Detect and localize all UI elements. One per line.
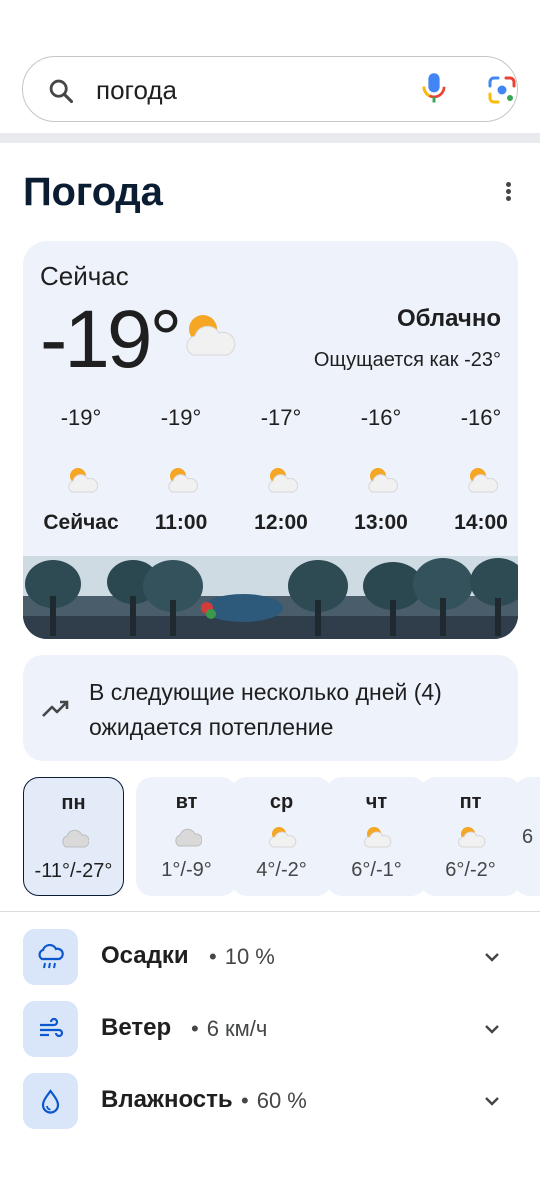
- search-bar[interactable]: погода: [22, 56, 518, 122]
- day-chip-partial[interactable]: 6: [514, 777, 540, 896]
- search-icon: [49, 79, 74, 104]
- hour-time: 12:00: [254, 511, 308, 534]
- hour-temp: -19°: [60, 405, 102, 430]
- humidity-icon: [41, 1089, 60, 1114]
- partly-cloudy-icon: [363, 827, 391, 848]
- section-divider: [0, 911, 540, 912]
- chevron-down-icon[interactable]: [482, 1019, 502, 1039]
- hour-time: 11:00: [154, 511, 208, 534]
- detail-label: Осадки: [101, 942, 189, 969]
- day-name: вт: [175, 791, 198, 813]
- detail-value: • 10 %: [209, 944, 275, 969]
- hour-temp: -19°: [160, 405, 202, 430]
- partly-cloudy-icon: [186, 315, 236, 356]
- search-query[interactable]: погода: [96, 75, 177, 106]
- hour-item[interactable]: -19° 11:00: [131, 405, 231, 535]
- day-chip-selected[interactable]: пн -11°/-27°: [23, 777, 124, 896]
- hour-item[interactable]: -17° 12:00: [231, 405, 331, 535]
- lens-icon[interactable]: [486, 74, 518, 106]
- partly-cloudy-icon: [168, 468, 198, 493]
- trend-text: В следующие несколько дней (4) ожидается…: [89, 679, 442, 740]
- detail-label: Влажность: [101, 1086, 233, 1113]
- partly-cloudy-icon: [468, 468, 498, 493]
- badge: [23, 929, 78, 985]
- partly-cloudy-icon: [268, 468, 298, 493]
- chevron-down-icon[interactable]: [482, 1091, 502, 1111]
- partly-cloudy-icon: [68, 468, 98, 493]
- more-options-icon[interactable]: [496, 180, 520, 204]
- day-name: пт: [459, 791, 482, 813]
- day-range: 6°/-2°: [445, 859, 496, 881]
- hour-time: 13:00: [354, 511, 408, 534]
- hour-temp: -17°: [260, 405, 302, 430]
- partly-cloudy-icon: [368, 468, 398, 493]
- partly-cloudy-icon: [457, 827, 485, 848]
- detail-row-precipitation[interactable]: Осадки • 10 %: [23, 929, 518, 985]
- cloud-icon: [61, 829, 89, 848]
- day-range: 4°/-2°: [256, 859, 307, 881]
- detail-value: • 6 км/ч: [191, 1016, 268, 1041]
- detail-label: Ветер: [101, 1014, 172, 1041]
- badge: [23, 1073, 78, 1129]
- weather-scenery-illustration: [23, 556, 518, 639]
- hourly-forecast[interactable]: -19° Сейчас -19° 11:00 -17° 12:00 -16° 1…: [23, 405, 518, 545]
- page-title: Погода: [23, 170, 163, 214]
- day-range: 1°/-9°: [161, 859, 212, 881]
- microphone-icon[interactable]: [420, 71, 448, 107]
- wind-icon: [40, 1017, 64, 1038]
- hour-item[interactable]: -16° 13:00: [331, 405, 431, 535]
- hour-time: Сейчас: [43, 511, 119, 534]
- day-name: ср: [269, 791, 294, 813]
- current-weather-card[interactable]: Сейчас -19° Облачно Ощущается как -23° -…: [23, 241, 518, 639]
- detail-row-wind[interactable]: Ветер • 6 км/ч: [23, 1001, 518, 1057]
- partly-cloudy-icon: [268, 827, 296, 848]
- day-chip[interactable]: чт 6°/-1°: [326, 777, 427, 896]
- weather-condition: Облачно: [397, 305, 501, 332]
- day-name: чт: [365, 791, 388, 813]
- day-range: -11°/-27°: [34, 860, 113, 882]
- detail-value: • 60 %: [241, 1088, 307, 1113]
- hour-temp: -16°: [360, 405, 402, 430]
- cloud-icon: [174, 828, 202, 847]
- rain-icon: [38, 944, 64, 969]
- day-chip[interactable]: вт 1°/-9°: [136, 777, 237, 896]
- current-temperature: -19°: [40, 294, 182, 385]
- now-label: Сейчас: [40, 261, 129, 291]
- trend-card[interactable]: В следующие несколько дней (4) ожидается…: [23, 655, 518, 761]
- daily-forecast[interactable]: пн -11°/-27° вт 1°/-9° ср 4°/-2° чт 6°/-…: [23, 777, 540, 897]
- day-range: 6: [522, 826, 534, 848]
- section-divider: [0, 133, 540, 143]
- day-chip[interactable]: ср 4°/-2°: [231, 777, 332, 896]
- day-name: пн: [61, 792, 86, 814]
- feels-like: Ощущается как -23°: [313, 349, 501, 371]
- detail-row-humidity[interactable]: Влажность • 60 %: [23, 1073, 518, 1129]
- hour-item[interactable]: -19° Сейчас: [31, 405, 131, 535]
- day-range: 6°/-1°: [351, 859, 402, 881]
- hour-time: 14:00: [454, 511, 508, 534]
- trending-up-icon: [42, 700, 69, 717]
- chevron-down-icon[interactable]: [482, 947, 502, 967]
- hour-item[interactable]: -16° 14:00: [431, 405, 518, 535]
- hour-temp: -16°: [460, 405, 502, 430]
- day-chip[interactable]: пт 6°/-2°: [420, 777, 521, 896]
- badge: [23, 1001, 78, 1057]
